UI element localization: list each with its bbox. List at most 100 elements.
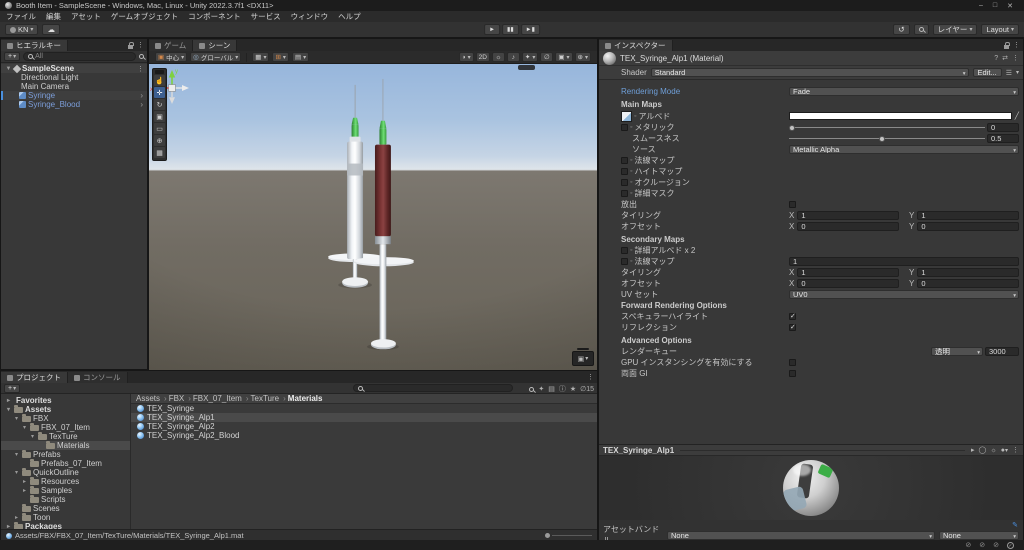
cloud-button[interactable]: ☁ bbox=[42, 24, 60, 35]
play-button[interactable]: ► bbox=[484, 24, 501, 35]
grid-snap-button[interactable]: ▦ ▾ bbox=[252, 52, 270, 62]
breadcrumb-item[interactable]: TexTure bbox=[251, 394, 286, 403]
menu-item[interactable]: ゲームオブジェクト bbox=[111, 11, 178, 22]
menu-item[interactable]: ファイル bbox=[6, 11, 36, 22]
thumbnail-size-slider[interactable] bbox=[545, 533, 592, 538]
secondary-offset-x[interactable]: 0 bbox=[797, 279, 899, 288]
main-tiling-x[interactable]: 1 bbox=[797, 211, 899, 220]
2d-toggle[interactable]: 2D bbox=[475, 52, 490, 62]
emission-checkbox[interactable] bbox=[789, 201, 796, 208]
preview-splitter[interactable] bbox=[680, 449, 965, 451]
menu-item[interactable]: サービス bbox=[251, 11, 281, 22]
tree-item[interactable]: ▸ Resources bbox=[1, 477, 130, 486]
progress-check-icon[interactable]: ✓ bbox=[1007, 541, 1014, 549]
tree-item[interactable]: Scripts bbox=[1, 495, 130, 504]
tab-inspector[interactable]: インスペクター bbox=[599, 40, 673, 51]
scene-viewport[interactable]: x y ☝ ✛ ↻ ▣ ▭ ⊕ ▦ ▣ ▾ bbox=[149, 64, 597, 370]
main-offset-y[interactable]: 0 bbox=[917, 222, 1019, 231]
asset-item[interactable]: TEX_Syringe_Alp2 bbox=[131, 422, 597, 431]
panel-menu-icon[interactable]: ⋮ bbox=[1013, 41, 1020, 49]
scene-visibility-toggle[interactable]: ∅ bbox=[540, 52, 554, 62]
secondary-tiling-y[interactable]: 1 bbox=[917, 268, 1019, 277]
main-offset-x[interactable]: 0 bbox=[797, 222, 899, 231]
secondary-tiling-x[interactable]: 1 bbox=[797, 268, 899, 277]
measure-snap-button[interactable]: ▤ ▾ bbox=[291, 52, 310, 62]
foldout-triangle[interactable]: ▾ bbox=[13, 469, 20, 476]
tab-console[interactable]: コンソール bbox=[68, 372, 128, 383]
menu-item[interactable]: 編集 bbox=[46, 11, 61, 22]
gpu-instancing-checkbox[interactable] bbox=[789, 359, 796, 366]
layout-dropdown[interactable]: Layout ▾ bbox=[981, 24, 1019, 35]
tree-item[interactable]: ▾ FBX bbox=[1, 414, 130, 423]
uv-set-dropdown[interactable]: UV0 bbox=[789, 290, 1019, 299]
menu-item[interactable]: アセット bbox=[71, 11, 101, 22]
foldout-triangle[interactable]: ▸ bbox=[21, 478, 28, 485]
package-filter-icon[interactable]: ✦ bbox=[538, 385, 544, 393]
tree-item[interactable]: ▾ TexTure bbox=[1, 432, 130, 441]
tree-item[interactable]: ▾ Prefabs bbox=[1, 450, 130, 459]
metallic-slider[interactable] bbox=[789, 123, 985, 132]
preview-shade-dropdown[interactable]: ●▾ bbox=[1001, 447, 1008, 454]
transform-tool-button[interactable]: ⊕ bbox=[154, 135, 165, 146]
cloud-off-icon[interactable]: ⊘ bbox=[965, 541, 971, 549]
collab-off-icon[interactable]: ⊘ bbox=[993, 541, 999, 549]
search-button[interactable] bbox=[913, 24, 929, 35]
foldout-triangle[interactable]: ▸ bbox=[5, 523, 12, 529]
preview-viewport[interactable] bbox=[599, 456, 1023, 520]
tree-item[interactable]: Prefabs_07_Item bbox=[1, 459, 130, 468]
account-button[interactable]: KN ▾ bbox=[5, 24, 39, 35]
shader-dropdown[interactable]: Standard bbox=[650, 68, 969, 77]
breadcrumb-item[interactable]: FBX bbox=[169, 394, 191, 403]
preview-menu-icon[interactable]: ⋮ bbox=[1012, 446, 1019, 454]
tab-hierarchy[interactable]: ヒエラルキー bbox=[1, 40, 68, 51]
secondary-offset-y[interactable]: 0 bbox=[917, 279, 1019, 288]
gizmos-dropdown[interactable]: ⊕ ▾ bbox=[574, 52, 591, 62]
hierarchy-search-input[interactable]: All bbox=[23, 52, 136, 61]
scene-menu-icon[interactable]: ⋮ bbox=[137, 65, 147, 73]
foldout-triangle[interactable]: ▸ bbox=[13, 514, 20, 521]
assetbundle-dropdown[interactable]: None bbox=[667, 530, 935, 540]
metallic-value[interactable]: 0 bbox=[987, 123, 1019, 132]
scale-tool-button[interactable]: ▣ bbox=[154, 111, 165, 122]
context-menu-icon[interactable]: ⋮ bbox=[1012, 54, 1019, 62]
detail-albedo-checkbox[interactable] bbox=[621, 247, 628, 254]
tree-item[interactable]: ▸ Packages bbox=[1, 522, 130, 529]
increment-snap-button[interactable]: ⊞ ▾ bbox=[272, 52, 289, 62]
add-asset-button[interactable]: + ▾ bbox=[4, 383, 21, 393]
reflections-checkbox[interactable] bbox=[789, 323, 796, 331]
edit-pen-icon[interactable]: ✎ bbox=[1012, 521, 1018, 529]
occlusion-checkbox[interactable] bbox=[621, 179, 628, 186]
double-sided-gi-checkbox[interactable] bbox=[789, 370, 796, 377]
panel-menu-icon[interactable]: ⋮ bbox=[137, 41, 144, 49]
breadcrumb-item[interactable]: FBX_07_Item bbox=[193, 394, 249, 403]
palette-drag-handle[interactable] bbox=[155, 70, 164, 74]
shader-edit-button[interactable]: Edit... bbox=[972, 68, 1002, 77]
minimize-button[interactable]: – bbox=[979, 2, 983, 10]
foldout-triangle[interactable]: ▾ bbox=[21, 424, 28, 431]
asset-item[interactable]: TEX_Syringe bbox=[131, 404, 597, 413]
lighting-toggle[interactable]: ☼ bbox=[491, 52, 505, 62]
lock-icon[interactable] bbox=[1004, 41, 1010, 49]
hand-tool-button[interactable]: ☝ bbox=[154, 75, 165, 86]
albedo-texture-slot[interactable] bbox=[621, 110, 632, 122]
secondary-normal-value[interactable]: 1 bbox=[789, 257, 1019, 266]
camera-settings-dropdown[interactable]: ▣ ▾ bbox=[555, 52, 573, 62]
tab-project[interactable]: プロジェクト bbox=[1, 372, 68, 383]
hierarchy-item[interactable]: Syringe › bbox=[1, 91, 147, 100]
foldout-triangle[interactable]: ▾ bbox=[13, 415, 20, 422]
move-tool-button[interactable]: ✛ bbox=[154, 87, 165, 98]
maximize-button[interactable]: □ bbox=[993, 2, 997, 10]
main-tiling-y[interactable]: 1 bbox=[917, 211, 1019, 220]
foldout-triangle[interactable]: ▸ bbox=[5, 397, 12, 404]
rendering-mode-dropdown[interactable]: Fade bbox=[789, 87, 1019, 96]
foldout-triangle[interactable]: ▸ bbox=[21, 487, 28, 494]
tab-scene[interactable]: シーン bbox=[193, 40, 238, 51]
burger-menu-icon[interactable]: ☰ bbox=[1006, 69, 1012, 77]
breadcrumb-item[interactable]: Assets bbox=[136, 394, 167, 403]
specular-checkbox[interactable] bbox=[789, 312, 796, 320]
hidden-count[interactable]: ∅15 bbox=[580, 385, 594, 393]
render-queue-dropdown[interactable]: 透明 bbox=[931, 347, 983, 356]
tree-item[interactable]: ▸ Toon bbox=[1, 513, 130, 522]
smoothness-value[interactable]: 0.5 bbox=[987, 134, 1019, 143]
foldout-triangle[interactable]: ▾ bbox=[5, 406, 12, 413]
